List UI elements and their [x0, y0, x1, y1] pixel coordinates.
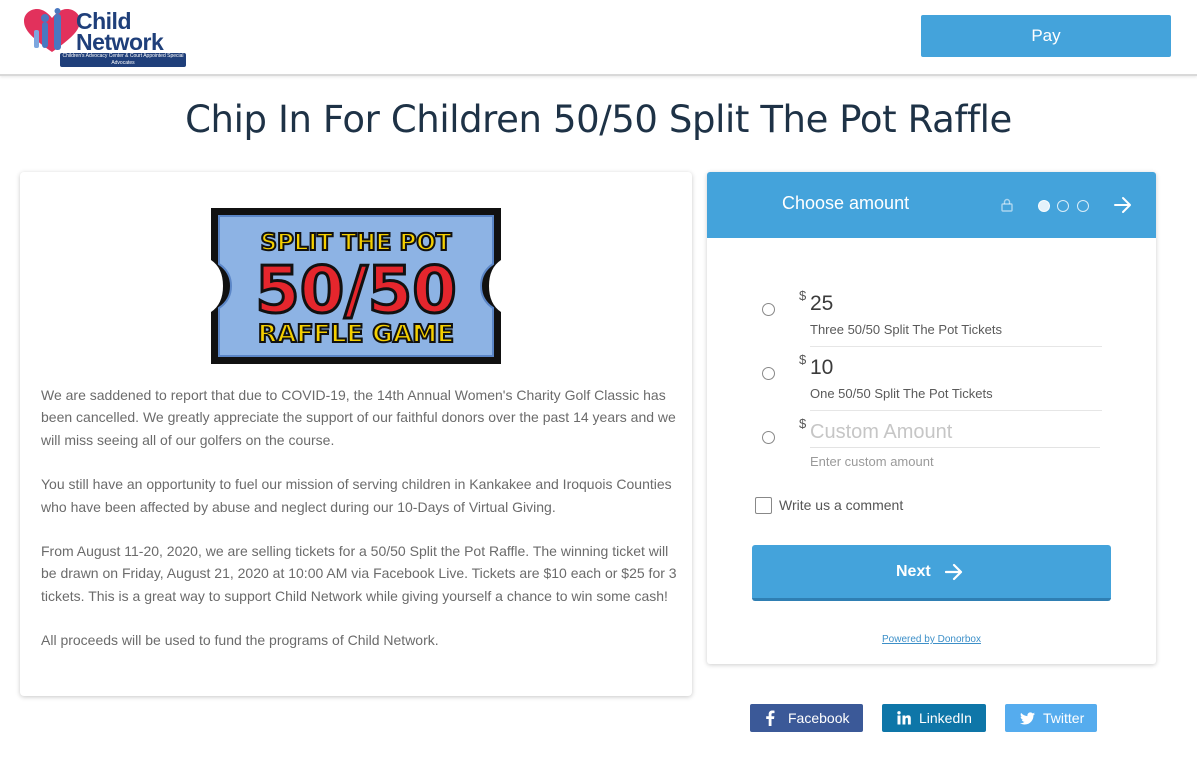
share-twitter-button[interactable]: Twitter — [1005, 704, 1097, 732]
share-twitter-label: Twitter — [1043, 710, 1085, 726]
arrow-right-icon — [945, 563, 963, 581]
child-network-logo[interactable]: Child Network Children's Advocacy Center… — [20, 6, 188, 68]
amount-description: Three 50/50 Split The Pot Tickets — [810, 322, 1002, 337]
description-paragraph: You still have an opportunity to fuel ou… — [41, 476, 672, 515]
share-linkedin-button[interactable]: LinkedIn — [882, 704, 986, 732]
description-paragraph: From August 11-20, 2020, we are selling … — [41, 543, 677, 604]
custom-amount-input[interactable] — [810, 418, 1100, 448]
arrow-right-icon[interactable] — [1113, 196, 1133, 214]
comment-label: Write us a comment — [779, 497, 904, 513]
lock-icon — [1001, 198, 1013, 212]
comment-checkbox[interactable] — [755, 497, 772, 514]
amount-option-custom[interactable]: $ Enter custom amount — [762, 415, 1102, 479]
logo-tagline: Children's Advocacy Center & Court Appoi… — [60, 53, 186, 67]
amount-description: One 50/50 Split The Pot Tickets — [810, 386, 993, 401]
logo-text-line2: Network — [76, 29, 164, 55]
donation-widget: Choose amount $ 25 Three 50/50 Split The… — [707, 172, 1156, 664]
powered-by-link[interactable]: Powered by Donorbox — [707, 634, 1156, 645]
site-header: Child Network Children's Advocacy Center… — [0, 0, 1197, 76]
pay-button[interactable]: Pay — [921, 15, 1171, 57]
description-text: We are saddened to report that due to CO… — [41, 384, 677, 674]
amount-value: 25 — [810, 292, 834, 315]
page-title: Chip In For Children 50/50 Split The Pot… — [185, 98, 1012, 141]
twitter-icon — [1020, 712, 1035, 725]
next-button-label: Next — [896, 563, 931, 580]
description-paragraph: We are saddened to report that due to CO… — [41, 387, 676, 448]
share-linkedin-label: LinkedIn — [919, 710, 972, 726]
currency-symbol: $ — [799, 416, 807, 431]
description-paragraph: All proceeds will be used to fund the pr… — [41, 632, 439, 649]
amount-value: 10 — [810, 356, 834, 379]
widget-header: Choose amount — [707, 172, 1156, 238]
custom-amount-hint: Enter custom amount — [810, 454, 934, 469]
amount-radio[interactable] — [762, 367, 775, 380]
widget-title: Choose amount — [782, 193, 910, 213]
campaign-description-card: SPLIT THE POT 50/50 RAFFLE GAME We are s… — [20, 172, 692, 696]
step-indicator-1 — [1038, 200, 1050, 212]
currency-symbol: $ — [799, 288, 807, 303]
currency-symbol: $ — [799, 352, 807, 367]
facebook-icon — [766, 710, 775, 726]
raffle-image-line1: SPLIT THE POT — [260, 230, 451, 256]
comment-toggle[interactable]: Write us a comment — [755, 497, 1055, 517]
raffle-image-line2: 50/50 — [255, 254, 457, 328]
share-facebook-button[interactable]: Facebook — [750, 704, 863, 732]
heart-family-icon — [24, 8, 80, 52]
next-button[interactable]: Next — [752, 545, 1111, 601]
raffle-image-line3: RAFFLE GAME — [258, 319, 454, 348]
row-divider — [810, 346, 1102, 347]
share-facebook-label: Facebook — [788, 710, 850, 726]
amount-option-10[interactable]: $ 10 One 50/50 Split The Pot Tickets — [762, 351, 1102, 415]
amount-option-25[interactable]: $ 25 Three 50/50 Split The Pot Tickets — [762, 287, 1102, 351]
amount-radio[interactable] — [762, 303, 775, 316]
linkedin-icon — [897, 711, 911, 725]
step-indicator-2 — [1057, 200, 1069, 212]
row-divider — [810, 410, 1102, 411]
raffle-ticket-image: SPLIT THE POT 50/50 RAFFLE GAME — [211, 208, 501, 364]
step-indicator-3 — [1077, 200, 1089, 212]
amount-radio[interactable] — [762, 431, 775, 444]
